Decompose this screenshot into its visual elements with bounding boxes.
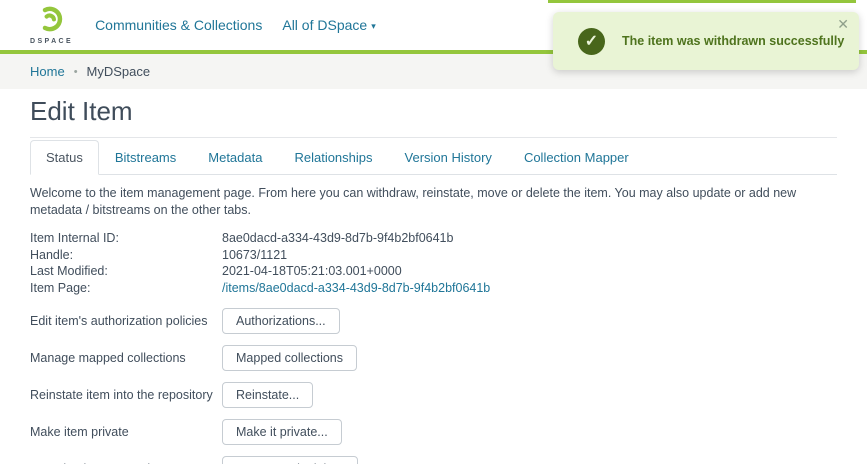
notification-progress-bar [548,0,856,3]
mapped-collections-button[interactable]: Mapped collections [222,345,357,371]
action-label: Edit item's authorization policies [30,314,222,328]
action-row-make-private: Make item private Make it private... [30,419,837,444]
chevron-down-icon: ▾ [371,21,376,32]
main-content: Edit Item Status Bitstreams Metadata Rel… [30,89,837,464]
authorizations-button[interactable]: Authorizations... [222,308,340,334]
item-last-modified-value: 2021-04-18T05:21:03.001+0000 [222,263,402,280]
action-label: Make item private [30,425,222,439]
action-label: Manage mapped collections [30,351,222,365]
nav-communities-collections[interactable]: Communities & Collections [95,17,262,33]
success-check-icon: ✓ [578,28,605,55]
info-label: Last Modified: [30,263,222,280]
info-label: Item Page: [30,280,222,297]
action-row-permanently-delete: Completely expunge item Permanently dele… [30,456,837,464]
action-row-mapped-collections: Manage mapped collections Mapped collect… [30,345,837,370]
nav-all-of-dspace[interactable]: All of DSpace▾ [282,17,375,33]
dspace-logo[interactable]: DSPACE [30,6,73,45]
permanently-delete-button[interactable]: Permanently delete [222,456,358,464]
item-handle-value: 10673/1121 [222,247,287,264]
action-row-reinstate: Reinstate item into the repository Reins… [30,382,837,407]
toast-message: The item was withdrawn successfully [622,34,844,48]
tab-relationships[interactable]: Relationships [278,140,388,175]
dspace-logo-text: DSPACE [30,38,73,45]
dspace-edit-item-page: DSPACE Communities & Collections All of … [0,0,867,464]
info-label: Item Internal ID: [30,230,222,247]
close-icon[interactable]: ✕ [837,16,849,32]
action-row-authorizations: Edit item's authorization policies Autho… [30,308,837,333]
breadcrumb-separator: • [74,66,78,78]
page-title: Edit Item [30,89,837,138]
make-private-button[interactable]: Make it private... [222,419,342,445]
info-row-last-modified: Last Modified: 2021-04-18T05:21:03.001+0… [30,263,837,280]
info-row-internal-id: Item Internal ID: 8ae0dacd-a334-43d9-8d7… [30,230,837,247]
tab-collection-mapper[interactable]: Collection Mapper [508,140,645,175]
tab-status[interactable]: Status [30,140,99,175]
tab-bitstreams[interactable]: Bitstreams [99,140,192,175]
info-label: Handle: [30,247,222,264]
action-label: Reinstate item into the repository [30,388,222,402]
tab-metadata[interactable]: Metadata [192,140,278,175]
info-row-item-page: Item Page: /items/8ae0dacd-a334-43d9-8d7… [30,280,837,297]
item-internal-id-value: 8ae0dacd-a334-43d9-8d7b-9f4b2bf0641b [222,230,453,247]
intro-text: Welcome to the item management page. Fro… [30,185,835,219]
info-row-handle: Handle: 10673/1121 [30,247,837,264]
breadcrumb-home-link[interactable]: Home [30,64,65,79]
success-toast: ✓ The item was withdrawn successfully ✕ [553,12,859,70]
item-info: Item Internal ID: 8ae0dacd-a334-43d9-8d7… [30,230,837,296]
dspace-logo-icon [38,6,65,37]
item-page-link[interactable]: /items/8ae0dacd-a334-43d9-8d7b-9f4b2bf06… [222,280,490,297]
item-actions: Edit item's authorization policies Autho… [30,308,837,464]
tab-version-history[interactable]: Version History [389,140,508,175]
reinstate-button[interactable]: Reinstate... [222,382,313,408]
breadcrumb-current: MyDSpace [87,64,151,79]
item-edit-tabs: Status Bitstreams Metadata Relationships… [30,139,837,175]
